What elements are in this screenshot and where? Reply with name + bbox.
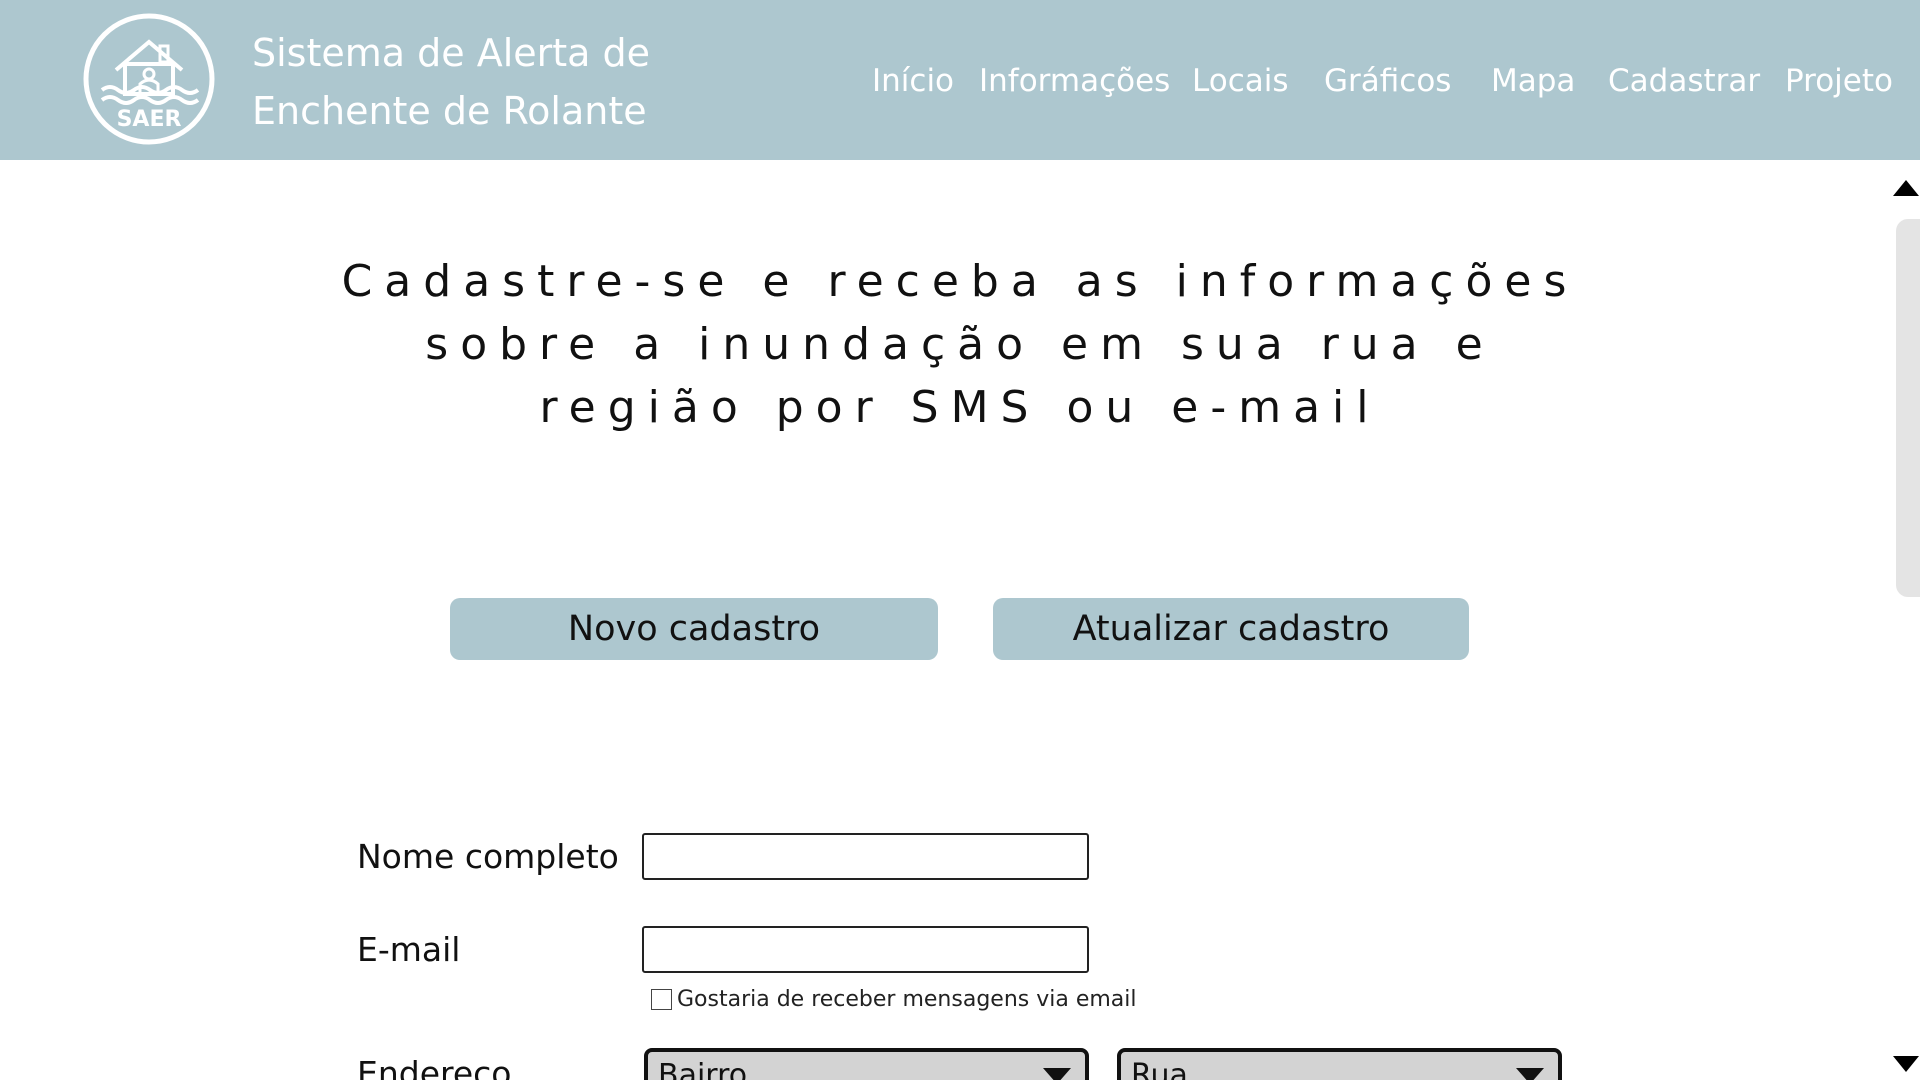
rua-select[interactable]: Rua xyxy=(1117,1048,1562,1080)
nav-locais[interactable]: Locais xyxy=(1192,58,1289,104)
site-header: SAER Sistema de Alerta de Enchente de Ro… xyxy=(0,0,1920,160)
headline-line-2: sobre a inundação em sua rua e xyxy=(425,319,1495,370)
new-registration-button[interactable]: Novo cadastro xyxy=(450,598,938,660)
nav-projeto[interactable]: Projeto xyxy=(1785,58,1893,104)
logo-text: SAER xyxy=(117,107,182,132)
nav-mapa[interactable]: Mapa xyxy=(1491,58,1575,104)
email-opt-in: Gostaria de receber mensagens via email xyxy=(651,984,1137,1014)
scroll-up-arrow-icon[interactable] xyxy=(1893,180,1919,196)
email-label: E-mail xyxy=(357,930,461,969)
email-input[interactable] xyxy=(642,926,1089,973)
bairro-select-value: Bairro xyxy=(658,1058,748,1080)
scrollbar-thumb[interactable] xyxy=(1896,219,1920,597)
address-label: Endereço xyxy=(357,1054,512,1080)
page-headline: Cadastre-se e receba as informações sobr… xyxy=(330,250,1590,439)
headline-line-1: Cadastre-se e receba as informações xyxy=(341,256,1579,307)
name-label: Nome completo xyxy=(357,837,619,876)
name-input[interactable] xyxy=(642,833,1089,880)
headline-line-3: região por SMS ou e-mail xyxy=(539,382,1381,433)
rua-select-value: Rua xyxy=(1131,1058,1188,1080)
chevron-down-icon xyxy=(1516,1068,1544,1080)
main-nav: Início Informações Locais Gráficos Mapa … xyxy=(0,58,1920,108)
bairro-select[interactable]: Bairro xyxy=(644,1048,1089,1080)
scroll-down-arrow-icon[interactable] xyxy=(1893,1056,1919,1072)
nav-cadastrar[interactable]: Cadastrar xyxy=(1608,58,1760,104)
nav-informacoes[interactable]: Informações xyxy=(979,58,1170,104)
email-opt-in-label: Gostaria de receber mensagens via email xyxy=(677,986,1137,1012)
nav-inicio[interactable]: Início xyxy=(872,58,954,104)
nav-graficos[interactable]: Gráficos xyxy=(1324,58,1451,104)
update-registration-button[interactable]: Atualizar cadastro xyxy=(993,598,1469,660)
chevron-down-icon xyxy=(1043,1068,1071,1080)
email-opt-in-checkbox[interactable] xyxy=(651,988,672,1010)
